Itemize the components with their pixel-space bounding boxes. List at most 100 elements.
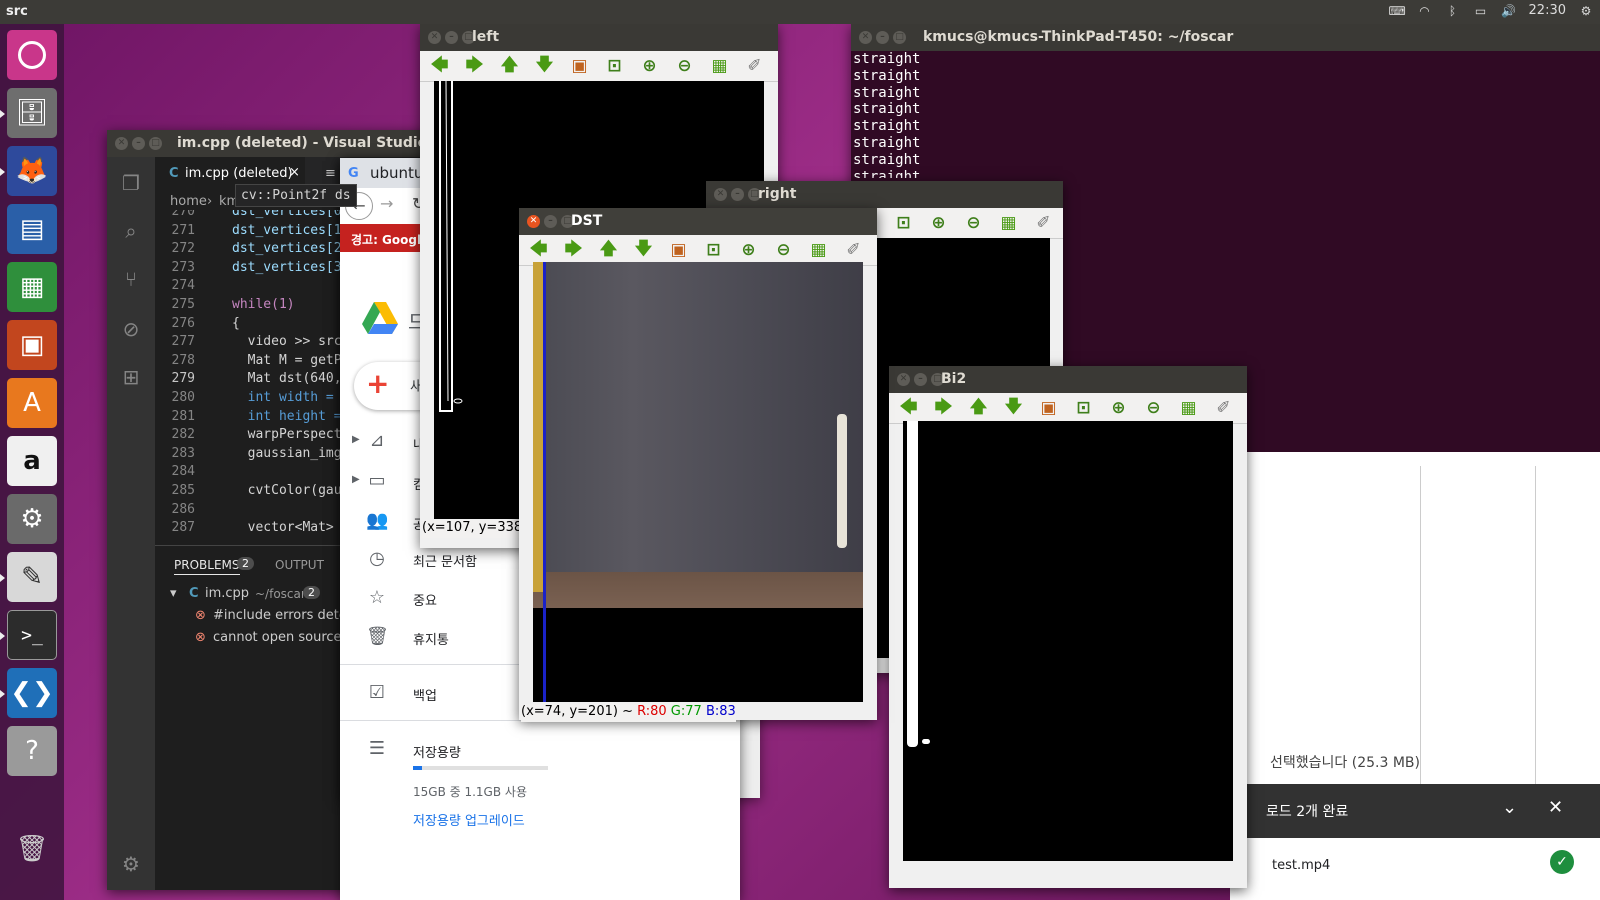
properties-icon[interactable]: ✐ bbox=[1032, 212, 1055, 235]
collapse-icon[interactable]: ⌄ bbox=[1502, 797, 1517, 818]
save-icon[interactable]: ▦ bbox=[1177, 397, 1200, 420]
bi2-titlebar[interactable]: ✕ – □ Bi2 bbox=[889, 366, 1247, 393]
writer-icon[interactable]: ▤ bbox=[7, 204, 57, 254]
expand-arrow-icon[interactable]: ▶ bbox=[352, 474, 360, 485]
explorer-icon[interactable]: ❐ bbox=[119, 171, 143, 195]
zoom-out-icon[interactable]: ⊖ bbox=[673, 55, 696, 78]
tab-close-icon[interactable]: × bbox=[289, 165, 300, 180]
save-icon[interactable]: ▦ bbox=[997, 212, 1020, 235]
pan-right-icon[interactable]: 🡆 bbox=[463, 55, 486, 78]
tab-problems[interactable]: PROBLEMS bbox=[174, 558, 240, 575]
minimize-icon[interactable]: – bbox=[544, 215, 557, 228]
zoom-original-icon[interactable]: ▣ bbox=[568, 55, 591, 78]
upgrade-storage-link[interactable]: 저장용량 업그레이드 bbox=[413, 810, 525, 829]
more-actions-icon[interactable]: ≡ bbox=[325, 166, 336, 181]
minimize-icon[interactable]: – bbox=[445, 31, 458, 44]
bi2-image-canvas[interactable] bbox=[903, 421, 1233, 861]
trash-icon[interactable]: 🗑 bbox=[7, 824, 57, 874]
ubuntu-dash-icon[interactable] bbox=[7, 30, 57, 80]
nav-recent[interactable]: 최근 문서함 bbox=[413, 551, 477, 570]
pan-down-icon[interactable]: 🡇 bbox=[1002, 397, 1025, 420]
pan-right-icon[interactable]: 🡆 bbox=[562, 239, 585, 262]
calc-icon[interactable]: ▦ bbox=[7, 262, 57, 312]
close-icon[interactable]: ✕ bbox=[897, 373, 910, 386]
save-icon[interactable]: ▦ bbox=[708, 55, 731, 78]
close-icon[interactable]: ✕ bbox=[714, 188, 727, 201]
close-icon[interactable]: ✕ bbox=[859, 31, 872, 44]
pan-left-icon[interactable]: 🡄 bbox=[897, 397, 920, 420]
download-item[interactable]: test.mp4 ✓ bbox=[1230, 838, 1600, 900]
maximize-icon[interactable]: □ bbox=[149, 137, 162, 150]
tab-output[interactable]: OUTPUT bbox=[275, 558, 324, 572]
wifi-icon[interactable]: ◠ bbox=[1417, 4, 1433, 18]
expand-arrow-icon[interactable]: ▶ bbox=[352, 434, 360, 445]
close-icon[interactable]: ✕ bbox=[1548, 797, 1563, 818]
properties-icon[interactable]: ✐ bbox=[743, 55, 766, 78]
system-settings-icon[interactable]: ⚙ bbox=[7, 494, 57, 544]
pan-down-icon[interactable]: 🡇 bbox=[632, 239, 655, 262]
zoom-in-icon[interactable]: ⊕ bbox=[1107, 397, 1130, 420]
files-icon[interactable]: 🗄 bbox=[7, 88, 57, 138]
zoom-in-icon[interactable]: ⊕ bbox=[638, 55, 661, 78]
right-titlebar[interactable]: ✕ – □ right bbox=[706, 181, 1063, 208]
firefox-icon[interactable]: 🦊 bbox=[7, 146, 57, 196]
software-center-icon[interactable]: A bbox=[7, 378, 57, 428]
bluetooth-icon[interactable]: ᛒ bbox=[1445, 4, 1461, 18]
zoom-out-icon[interactable]: ⊖ bbox=[1142, 397, 1165, 420]
zoom-out-icon[interactable]: ⊖ bbox=[772, 239, 795, 262]
volume-icon[interactable]: 🔊 bbox=[1501, 4, 1517, 18]
nav-backup[interactable]: 백업 bbox=[413, 685, 437, 704]
zoom-original-icon[interactable]: ▣ bbox=[1037, 397, 1060, 420]
left-titlebar[interactable]: ✕ – □ left bbox=[420, 24, 778, 51]
breadcrumb-home[interactable]: home bbox=[170, 194, 207, 209]
zoom-fit-icon[interactable]: ⊡ bbox=[1072, 397, 1095, 420]
minimize-icon[interactable]: – bbox=[731, 188, 744, 201]
close-icon[interactable]: ✕ bbox=[527, 215, 540, 228]
tab-title[interactable]: ubuntu bbox=[370, 164, 423, 182]
pan-left-icon[interactable]: 🡄 bbox=[428, 55, 451, 78]
maximize-icon[interactable]: □ bbox=[893, 31, 906, 44]
zoom-in-icon[interactable]: ⊕ bbox=[737, 239, 760, 262]
zoom-fit-icon[interactable]: ⊡ bbox=[603, 55, 626, 78]
properties-icon[interactable]: ✐ bbox=[842, 239, 865, 262]
help-icon[interactable]: ? bbox=[7, 726, 57, 776]
properties-icon[interactable]: ✐ bbox=[1212, 397, 1235, 420]
impress-icon[interactable]: ▣ bbox=[7, 320, 57, 370]
amazon-icon[interactable]: a bbox=[7, 436, 57, 486]
dst-image-canvas[interactable] bbox=[533, 262, 863, 702]
zoom-fit-icon[interactable]: ⊡ bbox=[892, 212, 915, 235]
pan-right-icon[interactable]: 🡆 bbox=[932, 397, 955, 420]
pan-up-icon[interactable]: 🡅 bbox=[967, 397, 990, 420]
problem-file-name[interactable]: im.cpp bbox=[205, 586, 249, 601]
nav-starred[interactable]: 중요 bbox=[413, 590, 437, 609]
keyboard-icon[interactable]: ⌨ bbox=[1389, 4, 1406, 18]
gear-icon[interactable]: ⚙ bbox=[1578, 4, 1594, 18]
minimize-icon[interactable]: – bbox=[914, 373, 927, 386]
battery-icon[interactable]: ▭ bbox=[1473, 4, 1489, 18]
settings-gear-icon[interactable]: ⚙ bbox=[119, 852, 143, 876]
save-icon[interactable]: ▦ bbox=[807, 239, 830, 262]
terminal-titlebar[interactable]: ✕ – □ kmucs@kmucs-ThinkPad-T450: ~/foscar bbox=[851, 24, 1600, 51]
problem-item[interactable]: cannot open source fi bbox=[213, 630, 354, 645]
problem-item[interactable]: #include errors detec bbox=[213, 608, 354, 623]
zoom-fit-icon[interactable]: ⊡ bbox=[702, 239, 725, 262]
expand-chevron-icon[interactable]: ▾ bbox=[170, 586, 177, 601]
drive-logo-icon[interactable] bbox=[360, 300, 400, 336]
zoom-out-icon[interactable]: ⊖ bbox=[962, 212, 985, 235]
terminal-icon[interactable]: >_ bbox=[7, 610, 57, 660]
vscode-icon[interactable]: ❮❯ bbox=[7, 668, 57, 718]
minimize-icon[interactable]: – bbox=[132, 137, 145, 150]
zoom-in-icon[interactable]: ⊕ bbox=[927, 212, 950, 235]
pan-left-icon[interactable]: 🡄 bbox=[527, 239, 550, 262]
text-editor-icon[interactable]: ✎ bbox=[7, 552, 57, 602]
pan-up-icon[interactable]: 🡅 bbox=[498, 55, 521, 78]
pan-down-icon[interactable]: 🡇 bbox=[533, 55, 556, 78]
nav-trash[interactable]: 휴지통 bbox=[413, 629, 449, 648]
close-icon[interactable]: ✕ bbox=[428, 31, 441, 44]
forward-icon[interactable]: → bbox=[380, 194, 393, 213]
minimize-icon[interactable]: – bbox=[876, 31, 889, 44]
clock[interactable]: 22:30 bbox=[1529, 3, 1566, 18]
close-icon[interactable]: ✕ bbox=[115, 137, 128, 150]
dst-titlebar[interactable]: ✕ – □ DST bbox=[519, 208, 877, 235]
pan-up-icon[interactable]: 🡅 bbox=[597, 239, 620, 262]
